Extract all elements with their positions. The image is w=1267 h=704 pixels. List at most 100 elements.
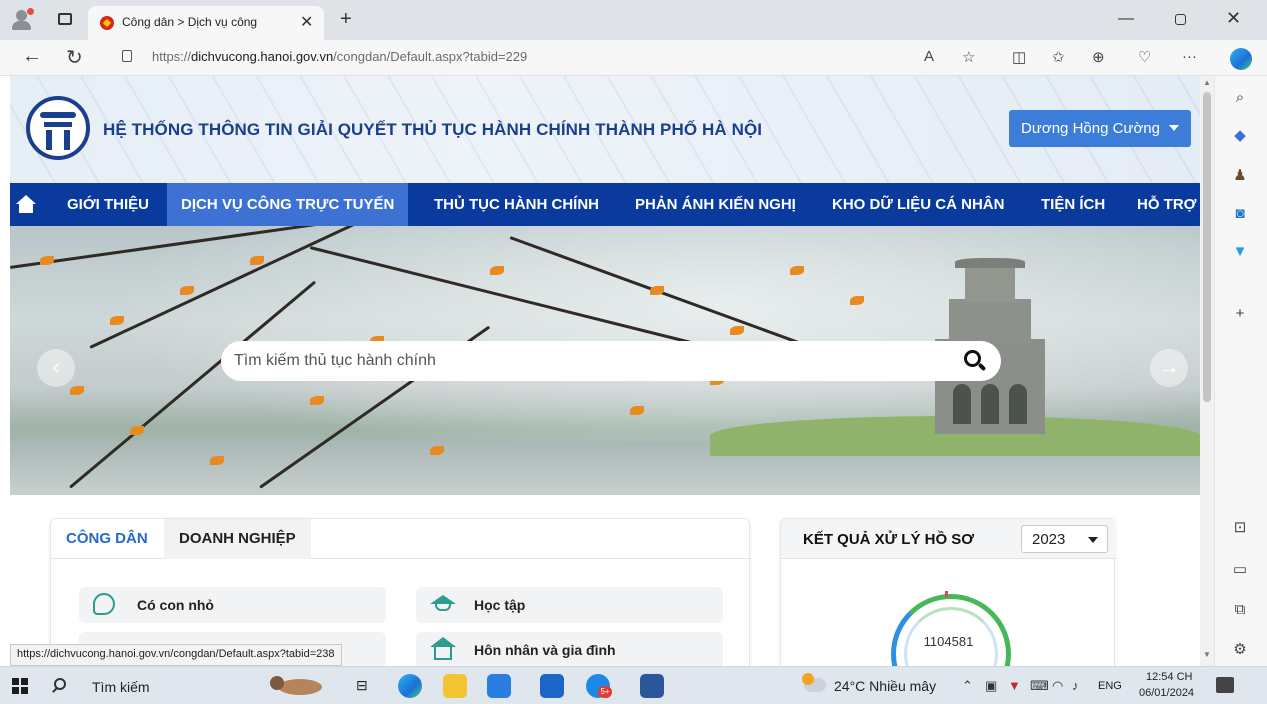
browser-tab[interactable]: Công dân > Dịch vụ công ✕ [88, 6, 324, 40]
prev-slide-button[interactable]: ‹ [37, 349, 75, 387]
antivirus-icon[interactable]: ▼ [1008, 678, 1021, 693]
year-value: 2023 [1032, 531, 1066, 548]
next-slide-button[interactable]: → [1150, 349, 1188, 387]
lock-icon[interactable] [122, 50, 132, 62]
tab-actions-icon[interactable] [58, 13, 72, 25]
results-gauge [891, 594, 1011, 666]
category-label: Hôn nhân và gia đình [474, 642, 616, 658]
new-tab-button[interactable]: + [340, 8, 352, 31]
main-nav: GIỚI THIỆU DỊCH VỤ CÔNG TRỰC TUYẾN THỦ T… [10, 183, 1200, 226]
games-icon[interactable]: ♟ [1229, 164, 1251, 186]
clock-time[interactable]: 12:54 CH [1146, 671, 1192, 683]
web-page: HỆ THỐNG THÔNG TIN GIẢI QUYẾT THỦ TỤC HÀ… [10, 76, 1200, 666]
back-arrow-icon[interactable]: ← [22, 45, 42, 68]
favorite-star-icon[interactable]: ☆ [962, 48, 975, 66]
browser-essentials-icon[interactable]: ♡ [1138, 48, 1151, 66]
collections-icon[interactable]: ⊕ [1092, 48, 1105, 66]
site-header: HỆ THỐNG THÔNG TIN GIẢI QUYẾT THỦ TỤC HÀ… [10, 76, 1200, 183]
split-screen-icon[interactable]: ◫ [1012, 48, 1026, 66]
notification-badge: 5+ [598, 686, 612, 698]
user-menu-button[interactable]: Dương Hồng Cường [1009, 110, 1191, 147]
category-label: Có con nhỏ [137, 597, 214, 613]
nav-dich-vu-cong[interactable]: DỊCH VỤ CÔNG TRỰC TUYẾN [167, 183, 409, 226]
windows-taskbar: Tìm kiếm ⊟ 5+ 24°C Nhiều mây ⌃ ▣ ▼ ⌨ ◠ ♪… [0, 666, 1267, 704]
language-indicator[interactable]: ENG [1098, 680, 1122, 692]
category-hoc-tap[interactable]: Học tập [416, 587, 723, 623]
layout-icon[interactable]: ▭ [1229, 558, 1251, 580]
procedure-search-input[interactable] [221, 341, 941, 381]
hanoi-logo-icon[interactable] [26, 96, 90, 160]
search-icon[interactable] [964, 350, 987, 372]
browser-tab-strip: Công dân > Dịch vụ công ✕ + — ✕ [0, 0, 1267, 40]
weather-text[interactable]: 24°C Nhiều mây [834, 678, 936, 694]
outlook-icon[interactable]: ◙ [1229, 202, 1251, 224]
page-scrollbar[interactable]: ▲ ▼ [1200, 76, 1214, 666]
chevron-down-icon [1088, 537, 1098, 543]
windows-start-icon[interactable] [12, 678, 28, 694]
add-icon[interactable]: + [1229, 302, 1251, 324]
task-view-icon[interactable]: ⊟ [356, 677, 368, 694]
year-select[interactable]: 2023 [1021, 525, 1108, 553]
tab-cong-dan[interactable]: CÔNG DÂN [51, 519, 163, 559]
caret-down-icon [1169, 125, 1179, 131]
read-aloud-icon[interactable]: A [924, 48, 934, 65]
show-hidden-icons[interactable]: ⌃ [962, 678, 973, 694]
scrollbar-thumb[interactable] [1203, 92, 1211, 402]
wifi-icon[interactable]: ◠ [1052, 678, 1063, 694]
edge-app-icon[interactable] [398, 674, 422, 698]
home-icon[interactable] [16, 195, 36, 215]
copilot-icon[interactable] [1230, 48, 1252, 70]
word-icon[interactable] [640, 674, 664, 698]
results-total: 1104581 [923, 634, 974, 649]
tab-close-icon[interactable]: ✕ [300, 12, 313, 32]
screenshot-icon[interactable]: ⊡ [1229, 516, 1251, 538]
gauge-marker [945, 591, 948, 597]
settings-icon[interactable]: ⚙ [1229, 638, 1251, 660]
processing-results-panel: KẾT QUẢ XỬ LÝ HỒ SƠ 2023 1104581 [780, 518, 1116, 666]
category-hon-nhan[interactable]: Hôn nhân và gia đình [416, 632, 723, 666]
search-icon[interactable]: ⌕ [1229, 86, 1251, 108]
open-external-icon[interactable]: ⧉ [1229, 598, 1251, 620]
window-close-icon[interactable]: ✕ [1226, 8, 1241, 29]
scroll-up-icon[interactable]: ▲ [1203, 78, 1211, 87]
minimize-icon[interactable]: — [1118, 10, 1134, 28]
address-bar[interactable]: https://dichvucong.hanoi.gov.vn/congdan/… [152, 49, 527, 64]
nav-phan-anh-kien-nghi[interactable]: PHẢN ÁNH KIẾN NGHỊ [635, 183, 796, 226]
search-highlight-image[interactable] [258, 671, 338, 701]
nav-thu-tuc-hanh-chinh[interactable]: THỦ TỤC HÀNH CHÍNH [434, 183, 599, 226]
graduation-cap-icon [430, 595, 456, 604]
refresh-icon[interactable]: ↻ [66, 45, 83, 70]
address-bar-row: ← ↻ https://dichvucong.hanoi.gov.vn/cong… [0, 40, 1267, 76]
shopping-tag-icon[interactable]: ◆ [1229, 124, 1251, 146]
category-co-con-nho[interactable]: Có con nhỏ [79, 587, 386, 623]
cloud-icon[interactable] [802, 673, 826, 692]
nav-gioi-thieu[interactable]: GIỚI THIỆU [67, 183, 149, 226]
status-bar-link: https://dichvucong.hanoi.gov.vn/congdan/… [10, 644, 342, 666]
family-house-icon [430, 637, 456, 663]
site-title[interactable]: HỆ THỐNG THÔNG TIN GIẢI QUYẾT THỦ TỤC HÀ… [103, 120, 762, 140]
notification-center-icon[interactable] [1216, 677, 1234, 693]
site-favicon-icon [100, 16, 114, 30]
taskbar-search-label: Tìm kiếm [92, 679, 150, 695]
volume-icon[interactable]: ♪ [1072, 678, 1079, 693]
network-status-icon[interactable]: ▣ [985, 678, 997, 694]
maximize-icon[interactable] [1175, 14, 1186, 25]
category-label: Học tập [474, 597, 526, 613]
zalo-icon[interactable]: 5+ [586, 674, 612, 698]
mail-icon[interactable] [540, 674, 564, 698]
more-icon[interactable]: ··· [1182, 48, 1197, 65]
tab-doanh-nghiep[interactable]: DOANH NGHIỆP [164, 519, 311, 559]
clock-date[interactable]: 06/01/2024 [1139, 687, 1194, 699]
nav-ho-tro[interactable]: HỖ TRỢ [1137, 183, 1196, 226]
drop-icon[interactable]: ▼ [1229, 240, 1251, 262]
nav-tien-ich[interactable]: TIỆN ÍCH [1041, 183, 1105, 226]
input-method-icon[interactable]: ⌨ [1030, 678, 1049, 694]
favorites-icon[interactable]: ✩ [1052, 48, 1065, 66]
store-icon[interactable] [487, 674, 511, 698]
nav-kho-du-lieu[interactable]: KHO DỮ LIỆU CÁ NHÂN [832, 183, 1004, 226]
scroll-down-icon[interactable]: ▼ [1203, 650, 1211, 659]
file-explorer-icon[interactable] [443, 674, 467, 698]
tab-title: Công dân > Dịch vụ công [122, 15, 258, 29]
profile-icon[interactable] [10, 8, 34, 32]
audience-tabs: CÔNG DÂN DOANH NGHIỆP [51, 519, 751, 559]
